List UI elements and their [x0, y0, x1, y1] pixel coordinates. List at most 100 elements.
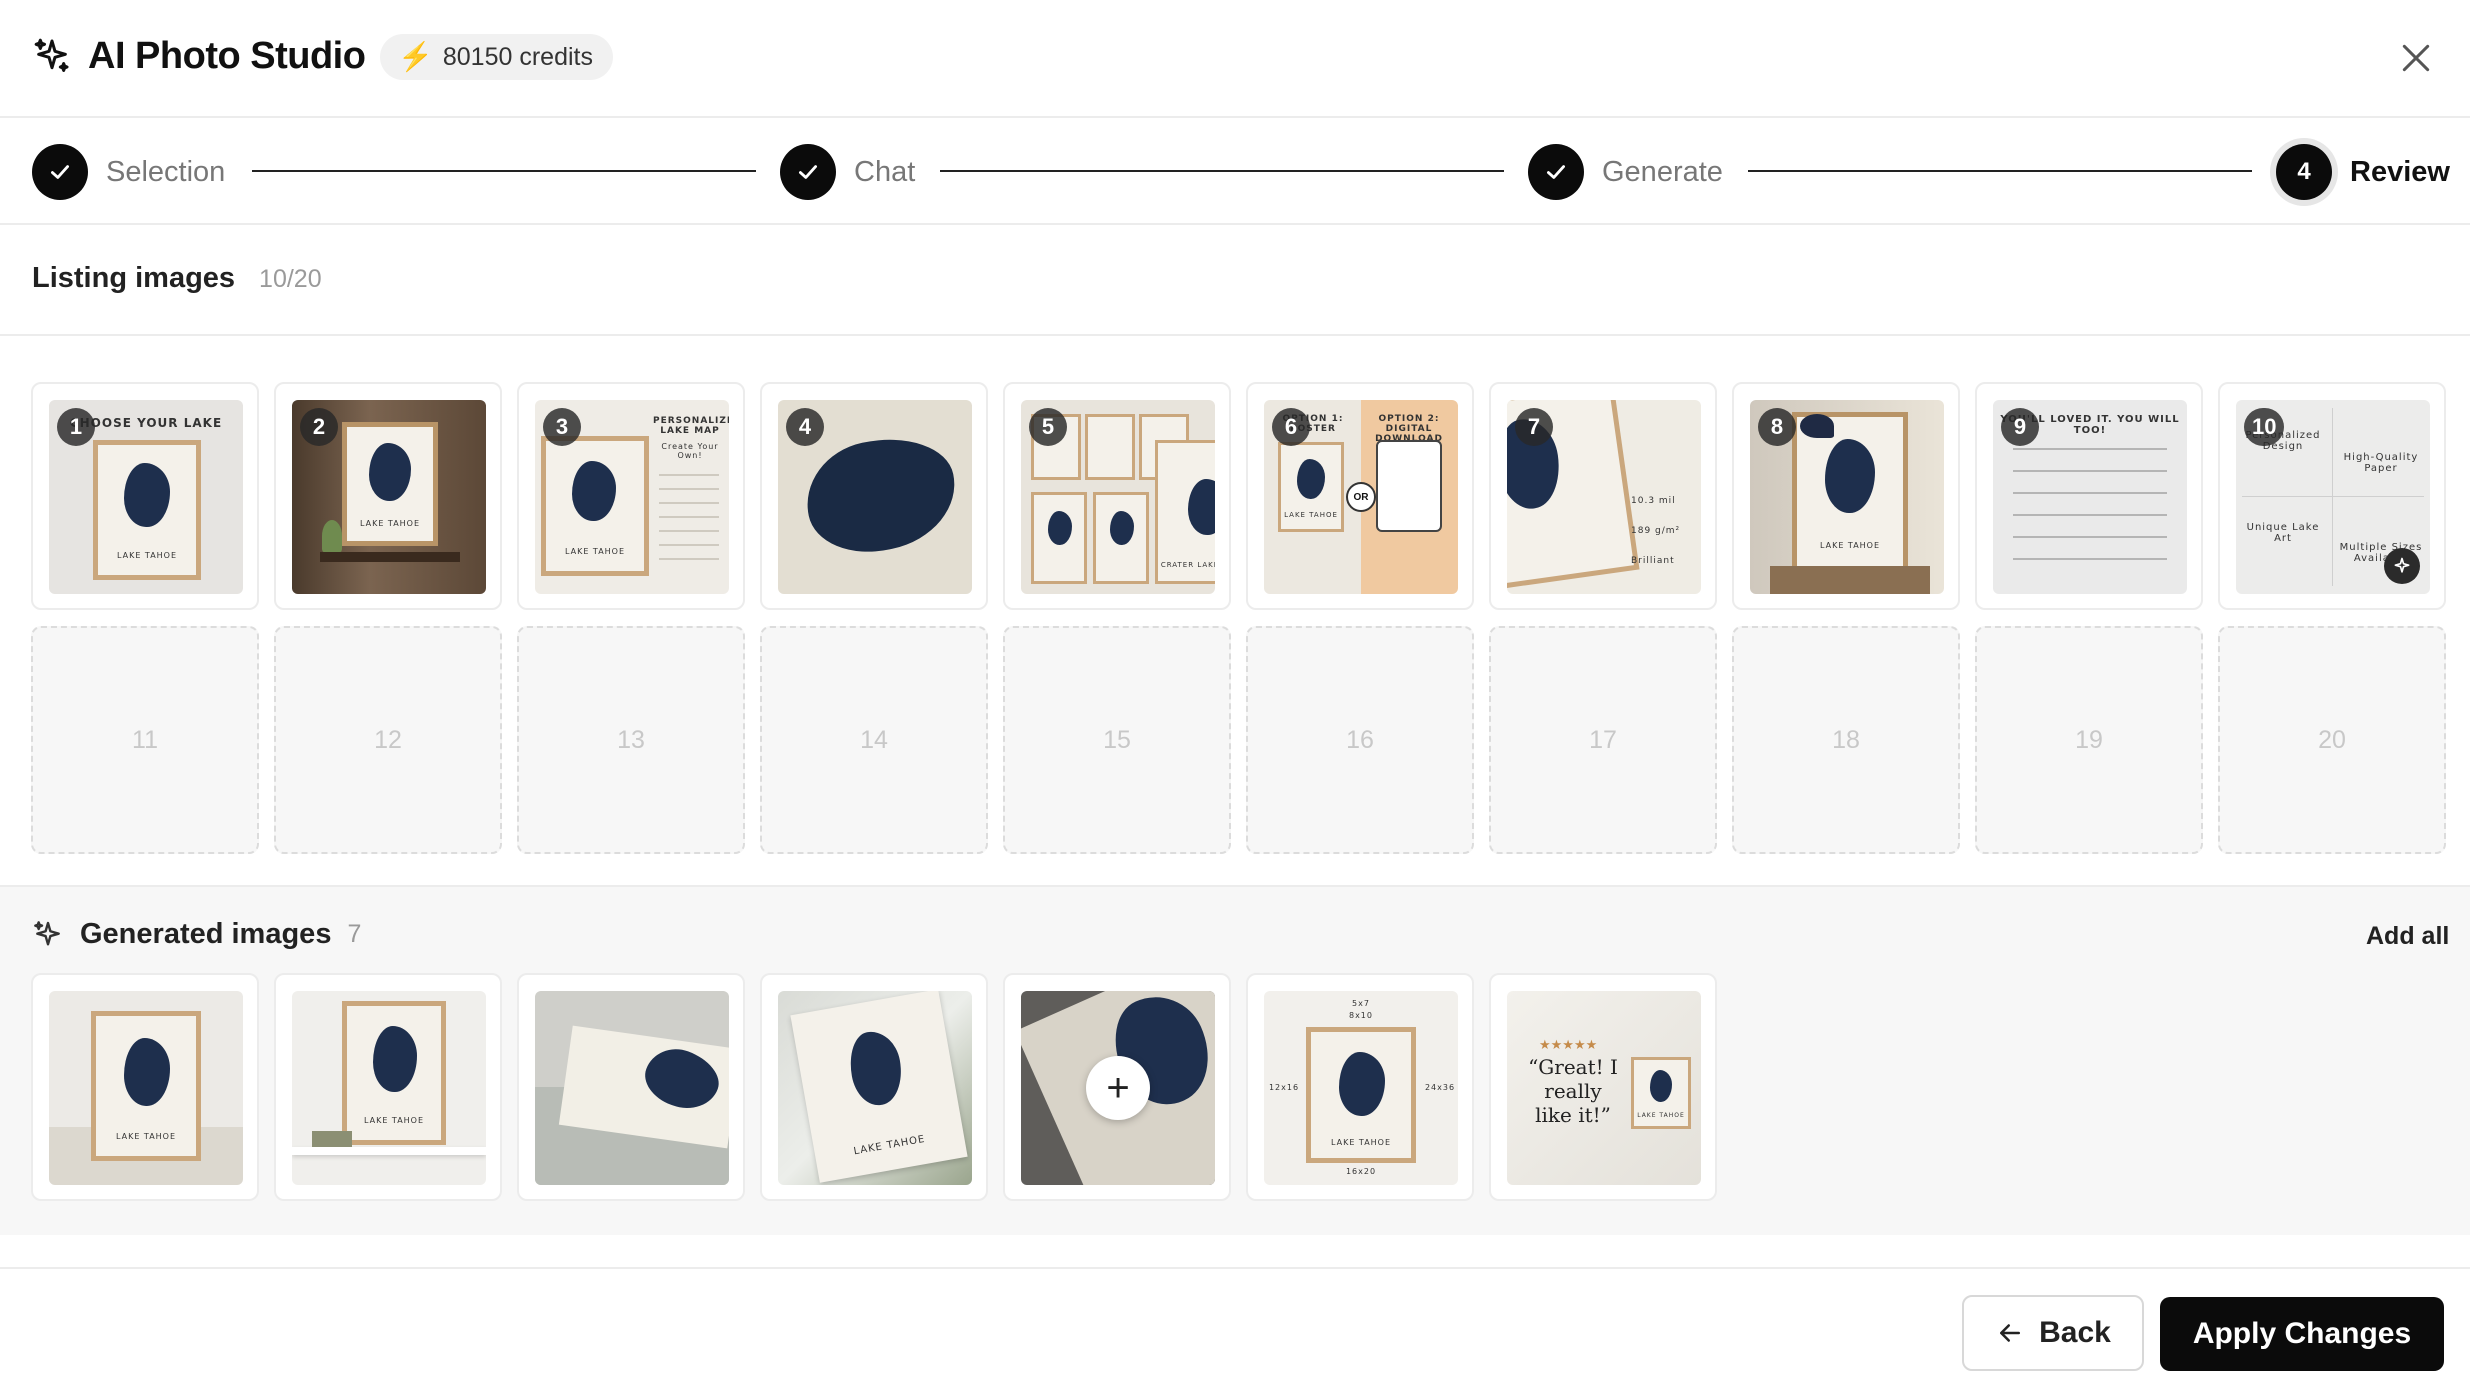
- empty-image-slot[interactable]: 16: [1246, 626, 1474, 854]
- image-subheading: Create Your Own!: [661, 442, 719, 460]
- listing-image-slot[interactable]: OPTION 1: POSTER OPTION 2: DIGITAL DOWNL…: [1246, 382, 1474, 610]
- size-label: 8x10: [1348, 1011, 1373, 1020]
- generated-image[interactable]: LAKE TAHOE: [31, 973, 259, 1201]
- listing-image-slot[interactable]: YOU'LL LOVED IT. YOU WILL TOO! 9: [1975, 382, 2203, 610]
- generated-thumb: LAKE TAHOE: [778, 991, 972, 1185]
- section-title: Listing images: [32, 262, 236, 294]
- listing-image-slot[interactable]: LAKE TAHOE 2: [274, 382, 502, 610]
- frame: [1031, 492, 1087, 584]
- slot-number: 16: [1346, 725, 1374, 754]
- lake-map: [369, 443, 411, 501]
- header: AI Photo Studio ⚡ 80150 credits: [0, 0, 2470, 118]
- close-icon[interactable]: [2396, 38, 2436, 78]
- position-badge: 3: [543, 408, 581, 446]
- image-text: CRATER LAKE: [1160, 561, 1215, 569]
- position-badge: 10: [2244, 408, 2285, 446]
- generated-image[interactable]: LAKE TAHOE: [274, 973, 502, 1201]
- frame: LAKE TAHOE: [93, 440, 201, 580]
- frame: CRATER LAKE: [1155, 440, 1215, 584]
- credits-text: 80150 credits: [442, 42, 593, 71]
- check-icon: [32, 144, 88, 200]
- slot-number: 12: [374, 725, 402, 754]
- empty-image-slot[interactable]: 18: [1732, 626, 1960, 854]
- generated-thumb: [535, 991, 729, 1185]
- spec-weight: 189 g/m²: [1631, 526, 1681, 536]
- frame: LAKE TAHOE: [342, 422, 438, 546]
- slot-number: 13: [617, 725, 645, 754]
- generated-image[interactable]: ★★★★★ “Great! I really like it!” LAKE TA…: [1489, 973, 1717, 1201]
- empty-image-slot[interactable]: 11: [31, 626, 259, 854]
- frame: [1085, 414, 1135, 480]
- generated-image[interactable]: +: [1003, 973, 1231, 1201]
- slot-number: 18: [1832, 725, 1860, 754]
- lake-map: [572, 461, 616, 521]
- empty-image-slot[interactable]: 15: [1003, 626, 1231, 854]
- empty-image-slot[interactable]: 17: [1489, 626, 1717, 854]
- empty-image-slot[interactable]: 13: [517, 626, 745, 854]
- listing-image-slot[interactable]: CRATER LAKE 5: [1003, 382, 1231, 610]
- generated-thumb: LAKE TAHOE: [49, 991, 243, 1185]
- step-label: Selection: [106, 155, 226, 188]
- step-generate[interactable]: Generate: [1528, 144, 1723, 200]
- generated-image[interactable]: LAKE TAHOE: [760, 973, 988, 1201]
- position-badge: 6: [1272, 408, 1310, 446]
- footer: Back Apply Changes: [0, 1267, 2470, 1390]
- back-button[interactable]: Back: [1962, 1295, 2144, 1371]
- listing-image-slot[interactable]: LAKE TAHOE PERSONALIZED LAKE MAP Create …: [517, 382, 745, 610]
- step-connector: [252, 170, 756, 172]
- frame: LAKE TAHOE: [1631, 1057, 1691, 1129]
- empty-image-slot[interactable]: 12: [274, 626, 502, 854]
- step-selection[interactable]: Selection: [32, 144, 225, 200]
- position-badge: 9: [2001, 408, 2039, 446]
- step-review[interactable]: 4 Review: [2276, 144, 2450, 200]
- image-text: LAKE TAHOE: [1637, 1112, 1685, 1119]
- position-badge: 2: [300, 408, 338, 446]
- empty-image-slot[interactable]: 14: [760, 626, 988, 854]
- generated-image[interactable]: [517, 973, 745, 1201]
- slot-number: 11: [132, 725, 158, 754]
- section-count: 10/20: [259, 265, 322, 293]
- add-all-button[interactable]: Add all: [2366, 922, 2449, 951]
- size-label: 5x7: [1352, 999, 1370, 1008]
- step-connector: [940, 170, 1504, 172]
- step-chat[interactable]: Chat: [780, 144, 915, 200]
- listing-image-slot[interactable]: LAKE TAHOE 8: [1732, 382, 1960, 610]
- feature-2: High-Quality Paper: [2343, 452, 2419, 474]
- generated-thumb: LAKE TAHOE: [292, 991, 486, 1185]
- listing-image-slot[interactable]: Personalized Design High-Quality Paper U…: [2218, 382, 2446, 610]
- frame: LAKE TAHOE: [342, 1001, 446, 1145]
- back-label: Back: [2039, 1316, 2111, 1349]
- listing-image-slot[interactable]: CHOOSE YOUR LAKE LAKE TAHOE 1: [31, 382, 259, 610]
- section-title: Generated images: [80, 918, 332, 950]
- spec-thickness: 10.3 mil: [1631, 496, 1676, 506]
- position-badge: 8: [1758, 408, 1796, 446]
- position-badge: 4: [786, 408, 824, 446]
- frame: LAKE TAHOE: [91, 1011, 201, 1161]
- frame: LAKE TAHOE: [541, 436, 649, 576]
- divider: [0, 334, 2470, 336]
- empty-image-slot[interactable]: 19: [1975, 626, 2203, 854]
- or-badge: OR: [1346, 482, 1376, 512]
- empty-image-slot[interactable]: 20: [2218, 626, 2446, 854]
- progress-stepper: Selection Chat Generate 4 Review: [0, 118, 2470, 225]
- rating-stars: ★★★★★: [1539, 1037, 1598, 1052]
- listing-image-slot[interactable]: 10.3 mil 189 g/m² Brilliant 7: [1489, 382, 1717, 610]
- position-badge: 5: [1029, 408, 1067, 446]
- credits-badge: ⚡ 80150 credits: [380, 34, 613, 80]
- listing-image-slot[interactable]: 4: [760, 382, 988, 610]
- slot-number: 14: [860, 725, 888, 754]
- apply-changes-button[interactable]: Apply Changes: [2160, 1297, 2444, 1371]
- arrow-left-icon: [2000, 1324, 2021, 1342]
- image-text: LAKE TAHOE: [359, 519, 421, 528]
- step-label: Review: [2350, 155, 2450, 188]
- feature-3: Unique Lake Art: [2246, 522, 2320, 544]
- generated-image[interactable]: 5x7 8x10 12x16 24x36 16x20 LAKE TAHOE: [1246, 973, 1474, 1201]
- image-text: LAKE TAHOE: [1330, 1138, 1392, 1147]
- image-text: LAKE TAHOE: [115, 1132, 177, 1141]
- check-icon: [1528, 144, 1584, 200]
- step-label: Generate: [1602, 155, 1723, 188]
- size-label: 12x16: [1268, 1083, 1300, 1092]
- frame: LAKE TAHOE: [1278, 442, 1344, 532]
- add-to-listing-button[interactable]: +: [1086, 1056, 1150, 1120]
- step-number: 4: [2276, 144, 2332, 200]
